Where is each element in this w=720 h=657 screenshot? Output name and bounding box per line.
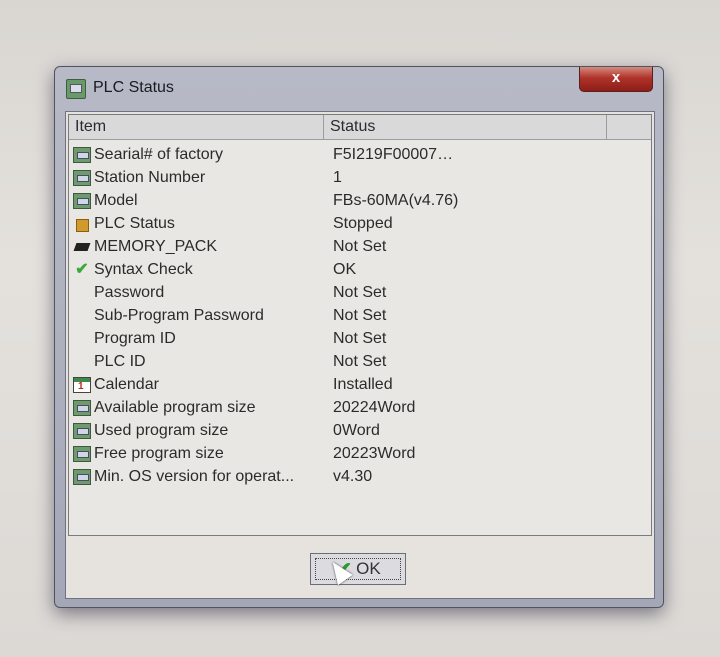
item-label: Used program size: [94, 421, 229, 439]
close-button[interactable]: x: [579, 67, 653, 92]
item-label: Min. OS version for operat...: [94, 467, 295, 485]
status-value: Not Set: [333, 283, 387, 301]
status-value: Not Set: [333, 352, 387, 370]
dialog-body: Item Status Searial# of factory F5I219F00…: [65, 111, 655, 599]
plc-icon: [73, 399, 91, 416]
list-item[interactable]: Calendar Installed: [69, 373, 651, 396]
status-value: Not Set: [333, 306, 387, 324]
plc-icon: [73, 146, 91, 163]
status-value: 0Word: [333, 421, 380, 439]
item-label: Password: [94, 283, 165, 301]
app-icon: [66, 79, 86, 99]
status-value: Installed: [333, 375, 393, 393]
item-cell: Model: [69, 192, 324, 210]
list-item[interactable]: Program ID Not Set: [69, 327, 651, 350]
title-bar[interactable]: PLC Status x: [55, 67, 663, 111]
list-item[interactable]: Free program size 20223Word: [69, 442, 651, 465]
item-cell: Used program size: [69, 422, 324, 440]
list-item[interactable]: Available program size 20224Word: [69, 396, 651, 419]
list-item[interactable]: Sub-Program Password Not Set: [69, 304, 651, 327]
status-value: 20223Word: [333, 444, 416, 462]
list-item[interactable]: Model FBs-60MA(v4.76): [69, 189, 651, 212]
item-label: Station Number: [94, 168, 206, 186]
plc-status-dialog: PLC Status x Item Status Searial# of fac…: [54, 66, 664, 608]
column-header-item[interactable]: Item: [69, 115, 324, 139]
item-label: Free program size: [94, 444, 224, 462]
ok-button[interactable]: ✔ OK: [310, 553, 406, 585]
blank-icon: [73, 354, 91, 370]
status-value: Not Set: [333, 237, 387, 255]
item-cell: Station Number: [69, 169, 324, 187]
item-label: PLC Status: [94, 214, 175, 232]
status-list[interactable]: Item Status Searial# of factory F5I219F00…: [68, 114, 652, 536]
column-header-status[interactable]: Status: [324, 115, 607, 139]
calendar-icon: [73, 376, 91, 393]
blank-icon: [73, 308, 91, 324]
item-cell: Searial# of factory: [69, 146, 324, 164]
item-cell: PLC Status: [69, 215, 324, 233]
list-item[interactable]: MEMORY_PACK Not Set: [69, 235, 651, 258]
item-cell: MEMORY_PACK: [69, 238, 324, 256]
item-cell: ✔ Syntax Check: [69, 261, 324, 279]
list-item[interactable]: PLC Status Stopped: [69, 212, 651, 235]
item-label: PLC ID: [94, 352, 146, 370]
list-header: Item Status: [69, 115, 651, 140]
list-item[interactable]: Min. OS version for operat... v4.30: [69, 465, 651, 488]
list-item[interactable]: Password Not Set: [69, 281, 651, 304]
item-cell: Calendar: [69, 376, 324, 394]
item-cell: Sub-Program Password: [69, 307, 324, 325]
item-label: Syntax Check: [94, 260, 193, 278]
memory-chip-icon: [73, 239, 91, 255]
blank-icon: [73, 331, 91, 347]
plc-icon: [73, 169, 91, 186]
item-cell: Min. OS version for operat...: [69, 468, 324, 486]
status-value: 1: [333, 168, 342, 186]
list-rows: Searial# of factory F5I219F00007… Station …: [69, 140, 651, 488]
status-value: Not Set: [333, 329, 387, 347]
list-item[interactable]: PLC ID Not Set: [69, 350, 651, 373]
status-value: 20224Word: [333, 398, 416, 416]
list-item[interactable]: Used program size 0Word: [69, 419, 651, 442]
item-cell: Program ID: [69, 330, 324, 348]
plc-icon: [73, 192, 91, 209]
item-label: Model: [94, 191, 138, 209]
item-label: Sub-Program Password: [94, 306, 264, 324]
item-label: Available program size: [94, 398, 256, 416]
status-value: v4.30: [333, 467, 373, 485]
item-label: Program ID: [94, 329, 176, 347]
plc-icon: [73, 445, 91, 462]
checkmark-icon: ✔: [75, 260, 89, 278]
list-item[interactable]: Searial# of factory F5I219F00007…: [69, 143, 651, 166]
item-cell: Free program size: [69, 445, 324, 463]
column-header-spacer: [607, 115, 651, 139]
list-item[interactable]: Station Number 1: [69, 166, 651, 189]
status-square-icon: [73, 216, 91, 232]
item-cell: Available program size: [69, 399, 324, 417]
status-value: F5I219F00007…: [333, 145, 454, 163]
item-label: Calendar: [94, 375, 159, 393]
window-title: PLC Status: [93, 79, 174, 96]
plc-icon: [73, 468, 91, 485]
status-value: Stopped: [333, 214, 393, 232]
item-cell: PLC ID: [69, 353, 324, 371]
plc-icon: [73, 422, 91, 439]
item-label: Searial# of factory: [94, 145, 223, 163]
status-value: OK: [333, 260, 357, 278]
item-label: MEMORY_PACK: [94, 237, 217, 255]
list-item[interactable]: ✔ Syntax Check OK: [69, 258, 651, 281]
blank-icon: [73, 285, 91, 301]
status-value: FBs-60MA(v4.76): [333, 191, 459, 209]
item-cell: Password: [69, 284, 324, 302]
